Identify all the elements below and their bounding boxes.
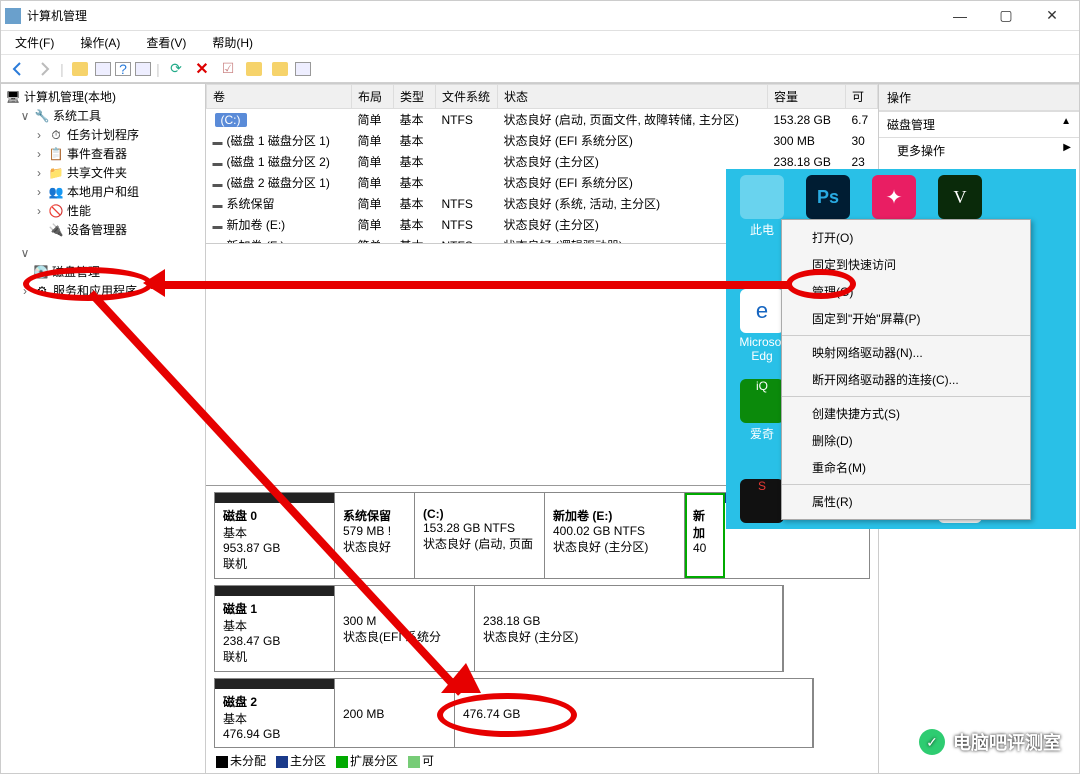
tree-device-manager[interactable]: 🔌设备管理器 [5, 221, 205, 240]
ctx-shortcut[interactable]: 创建快捷方式(S) [782, 400, 1030, 427]
ctx-delete[interactable]: 删除(D) [782, 427, 1030, 454]
tree-system-tools[interactable]: ∨🔧系统工具 [5, 107, 205, 126]
check-icon[interactable]: ☑ [217, 58, 239, 80]
ctx-disconnect-drive[interactable]: 断开网络驱动器的连接(C)... [782, 366, 1030, 393]
menu-view[interactable]: 查看(V) [138, 32, 194, 53]
tree-task-scheduler[interactable]: ›⏱任务计划程序 [5, 126, 205, 145]
disk-row[interactable]: 磁盘 2 基本 476.94 GB 200 MB 476.74 GB [214, 678, 814, 748]
partition[interactable]: 新加卷 (E:)400.02 GB NTFS状态良好 (主分区) [545, 493, 685, 578]
separator-icon [782, 396, 1030, 397]
tree-services-apps[interactable]: ›⚙服务和应用程序 [5, 282, 205, 301]
ctx-map-drive[interactable]: 映射网络驱动器(N)... [782, 339, 1030, 366]
view1-icon[interactable] [95, 62, 111, 76]
col-capacity[interactable]: 容量 [768, 85, 846, 109]
folder2-icon[interactable] [246, 62, 262, 76]
menu-file[interactable]: 文件(F) [7, 32, 62, 53]
volume-row[interactable]: (磁盘 1 磁盘分区 1)简单基本状态良好 (EFI 系统分区)300 MB30 [207, 130, 878, 151]
computer-management-window: 计算机管理 — ▢ ✕ 文件(F) 操作(A) 查看(V) 帮助(H) | ? … [0, 0, 1080, 774]
partition[interactable]: (C:)153.28 GB NTFS状态良好 (启动, 页面 [415, 493, 545, 578]
ctx-pin-start[interactable]: 固定到"开始"屏幕(P) [782, 305, 1030, 332]
collapse-icon: ▲ [1061, 116, 1071, 133]
window-title: 计算机管理 [27, 7, 937, 24]
wechat-icon: ✓ [919, 729, 945, 755]
separator-icon: | [59, 58, 65, 80]
refresh-icon[interactable]: ⟳ [165, 58, 187, 80]
chevron-right-icon: ▶ [1063, 142, 1071, 159]
folder3-icon[interactable] [272, 62, 288, 76]
ctx-rename[interactable]: 重命名(M) [782, 454, 1030, 481]
partition[interactable]: 238.18 GB状态良好 (主分区) [475, 586, 783, 671]
minimize-button[interactable]: — [937, 1, 983, 31]
menubar: 文件(F) 操作(A) 查看(V) 帮助(H) [1, 31, 1079, 55]
desktop-iqiyi-icon[interactable]: iQ爱奇 [738, 379, 786, 442]
titlebar: 计算机管理 — ▢ ✕ [1, 1, 1079, 31]
actions-disk-mgmt[interactable]: 磁盘管理▲ [879, 111, 1079, 138]
delete-icon[interactable]: ✕ [191, 58, 213, 80]
toolbar: | ? | ⟳ ✕ ☑ [1, 55, 1079, 83]
tree-event-viewer[interactable]: ›📋事件查看器 [5, 145, 205, 164]
tree-performance[interactable]: ›🚫性能 [5, 202, 205, 221]
disk-label: 磁盘 2 基本 476.94 GB [215, 679, 335, 747]
help-icon[interactable]: ? [115, 62, 131, 76]
watermark: ✓ 电脑吧评测室 [919, 729, 1061, 755]
close-button[interactable]: ✕ [1029, 1, 1075, 31]
col-fs[interactable]: 文件系统 [436, 85, 498, 109]
desktop-edge-icon[interactable]: eMicrosof Edg [738, 289, 786, 363]
col-status[interactable]: 状态 [498, 85, 768, 109]
partition[interactable]: 476.74 GB [455, 679, 813, 747]
disk-row[interactable]: 磁盘 1 基本 238.47 GB 联机 300 M状态良(EFI 系统分 23… [214, 585, 784, 672]
separator-icon [782, 484, 1030, 485]
actions-more[interactable]: 更多操作▶ [879, 138, 1079, 163]
partition[interactable]: 系统保留579 MB !状态良好 [335, 493, 415, 578]
menu-action[interactable]: 操作(A) [72, 32, 128, 53]
desktop-this-pc-icon[interactable]: 此电 [738, 175, 786, 238]
ctx-properties[interactable]: 属性(R) [782, 488, 1030, 515]
ctx-pin-quick[interactable]: 固定到快速访问 [782, 251, 1030, 278]
partition[interactable]: 200 MB [335, 679, 455, 747]
col-layout[interactable]: 布局 [352, 85, 394, 109]
tree-root[interactable]: 🖥计算机管理(本地) [5, 88, 205, 107]
tree-shared-folders[interactable]: ›📁共享文件夹 [5, 164, 205, 183]
col-volume[interactable]: 卷 [207, 85, 352, 109]
menu-help[interactable]: 帮助(H) [204, 32, 261, 53]
disk-label: 磁盘 1 基本 238.47 GB 联机 [215, 586, 335, 671]
view2-icon[interactable] [135, 62, 151, 76]
tree-local-users[interactable]: ›👥本地用户和组 [5, 183, 205, 202]
partition[interactable]: 300 M状态良(EFI 系统分 [335, 586, 475, 671]
folder-icon[interactable] [72, 62, 88, 76]
tree-disk-management[interactable]: 💽磁盘管理 [5, 263, 205, 282]
app-icon [5, 8, 21, 24]
list-icon[interactable] [295, 62, 311, 76]
legend: 未分配 主分区 扩展分区 可 [206, 748, 878, 773]
tree-storage-expander[interactable]: ∨ [5, 244, 205, 263]
desktop-overlay: 此电 Ps ✦ V eMicrosof Edg ⊕36 iQ爱奇 S 📋 [726, 169, 1076, 529]
col-free[interactable]: 可 [846, 85, 878, 109]
ctx-open[interactable]: 打开(O) [782, 224, 1030, 251]
separator-icon: | [155, 58, 161, 80]
ctx-manage[interactable]: 管理(G) [782, 278, 1030, 305]
forward-button[interactable] [33, 58, 55, 80]
context-menu: 打开(O) 固定到快速访问 管理(G) 固定到"开始"屏幕(P) 映射网络驱动器… [781, 219, 1031, 520]
actions-header: 操作 [879, 84, 1079, 111]
volume-header-row: 卷 布局 类型 文件系统 状态 容量 可 [207, 85, 878, 109]
desktop-app2-icon[interactable]: S [738, 479, 786, 525]
volume-row[interactable]: (C:)简单基本NTFS状态良好 (启动, 页面文件, 故障转储, 主分区)15… [207, 109, 878, 131]
partition[interactable]: 新加40 [685, 493, 725, 578]
disk-label: 磁盘 0 基本 953.87 GB 联机 [215, 493, 335, 578]
col-type[interactable]: 类型 [394, 85, 436, 109]
tree-pane: 🖥计算机管理(本地) ∨🔧系统工具 ›⏱任务计划程序 ›📋事件查看器 ›📁共享文… [1, 84, 206, 773]
separator-icon [782, 335, 1030, 336]
back-button[interactable] [7, 58, 29, 80]
maximize-button[interactable]: ▢ [983, 1, 1029, 31]
